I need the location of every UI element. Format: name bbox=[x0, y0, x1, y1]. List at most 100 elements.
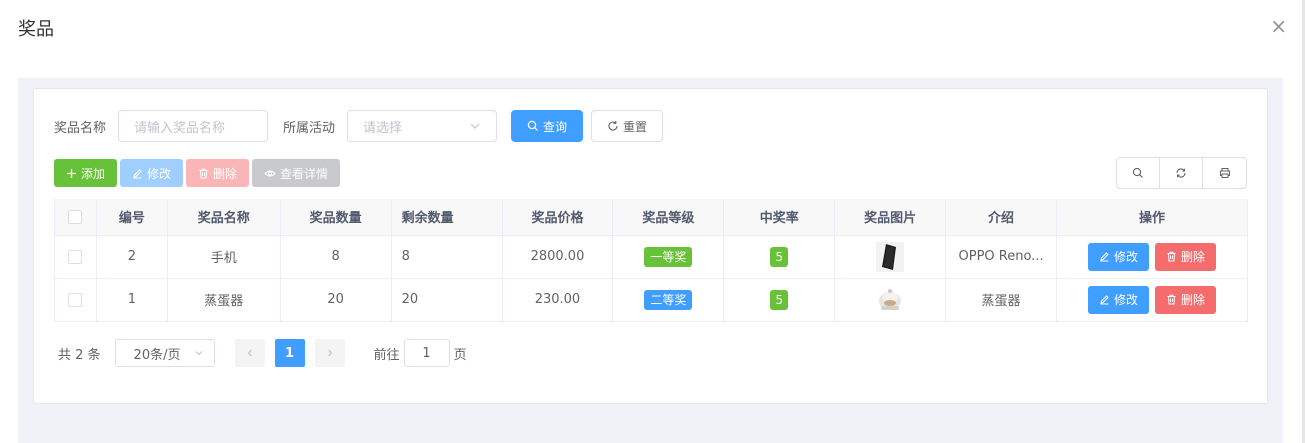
activity-select[interactable]: 请选择 bbox=[347, 110, 498, 142]
prize-table: 编号 奖品名称 奖品数量 剩余数量 奖品价格 奖品等级 中奖率 奖品图片 介绍 … bbox=[54, 199, 1248, 322]
table-tools bbox=[1116, 157, 1247, 189]
view-detail-button[interactable]: 查看详情 bbox=[252, 159, 341, 187]
select-all-checkbox[interactable] bbox=[68, 209, 83, 224]
table-row: 2 手机 8 8 2800.00 一等奖 5 OPPO Reno... 修改 删… bbox=[54, 235, 1248, 279]
header-rate: 中奖率 bbox=[723, 199, 836, 236]
reset-button[interactable]: 重置 bbox=[591, 110, 664, 142]
cell-rate: 5 bbox=[723, 235, 836, 279]
query-button[interactable]: 查询 bbox=[511, 110, 584, 142]
edit-icon bbox=[1099, 294, 1110, 305]
cell-image bbox=[834, 235, 947, 279]
add-button[interactable]: 添加 bbox=[54, 159, 118, 187]
cell-name: 手机 bbox=[167, 235, 281, 279]
edit-button[interactable]: 修改 bbox=[120, 159, 184, 187]
cell-rate: 5 bbox=[723, 278, 836, 322]
cell-level: 一等奖 bbox=[612, 235, 725, 279]
goto-page-input[interactable]: 1 bbox=[403, 339, 450, 367]
header-price: 奖品价格 bbox=[502, 199, 614, 236]
row-edit-button[interactable]: 修改 bbox=[1087, 242, 1149, 271]
header-id: 编号 bbox=[96, 199, 168, 236]
row-select-cell bbox=[54, 235, 97, 279]
page-size-select[interactable]: 20条/页 bbox=[114, 339, 215, 367]
trash-icon bbox=[1166, 251, 1177, 262]
prize-name-label: 奖品名称 bbox=[54, 120, 107, 136]
print-button[interactable] bbox=[1203, 158, 1246, 188]
refresh-icon bbox=[1175, 167, 1187, 179]
row-delete-button[interactable]: 删除 bbox=[1155, 242, 1217, 271]
header-level: 奖品等级 bbox=[612, 199, 725, 236]
cell-quantity: 8 bbox=[280, 235, 392, 279]
level-tag: 二等奖 bbox=[644, 289, 693, 310]
chevron-right-icon bbox=[325, 348, 335, 358]
cell-price: 230.00 bbox=[502, 278, 614, 322]
edit-label: 修改 bbox=[147, 166, 172, 181]
query-label: 查询 bbox=[543, 119, 568, 134]
chevron-left-icon bbox=[245, 348, 255, 358]
row-edit-button[interactable]: 修改 bbox=[1087, 285, 1149, 314]
plus-icon bbox=[66, 168, 77, 179]
rate-tag: 5 bbox=[770, 246, 789, 267]
header-quantity: 奖品数量 bbox=[280, 199, 392, 236]
goto-label: 前往 bbox=[373, 347, 400, 363]
pagination-total: 共 2 条 bbox=[58, 347, 101, 363]
row-edit-label: 修改 bbox=[1113, 250, 1138, 264]
rate-tag: 5 bbox=[770, 289, 789, 310]
row-delete-label: 删除 bbox=[1181, 293, 1206, 307]
page-suffix: 页 bbox=[453, 347, 467, 363]
prize-name-input[interactable]: 请输入奖品名称 bbox=[118, 110, 269, 142]
header-intro: 介绍 bbox=[945, 199, 1057, 236]
cell-level: 二等奖 bbox=[612, 278, 725, 322]
reset-label: 重置 bbox=[623, 119, 648, 134]
refresh-button[interactable] bbox=[1160, 158, 1203, 188]
delete-label: 删除 bbox=[213, 166, 238, 181]
detail-label: 查看详情 bbox=[280, 166, 329, 181]
printer-icon bbox=[1219, 167, 1231, 179]
delete-button[interactable]: 删除 bbox=[186, 159, 250, 187]
egg-cooker-image[interactable] bbox=[876, 285, 905, 314]
row-edit-label: 修改 bbox=[1113, 293, 1138, 307]
dialog-body: 奖品名称 请输入奖品名称 所属活动 请选择 查询 重置 添加 修改 删除 查看详… bbox=[18, 78, 1283, 443]
header-remaining: 剩余数量 bbox=[391, 199, 503, 236]
row-checkbox[interactable] bbox=[68, 292, 83, 307]
next-page-button[interactable] bbox=[314, 339, 345, 367]
pagination: 共 2 条 20条/页 1 前往 1 页 bbox=[58, 339, 467, 367]
row-checkbox[interactable] bbox=[68, 249, 83, 264]
edit-icon bbox=[1099, 251, 1110, 262]
prize-name-placeholder: 请输入奖品名称 bbox=[134, 120, 226, 136]
cell-name: 蒸蛋器 bbox=[167, 278, 281, 322]
level-tag: 一等奖 bbox=[644, 246, 693, 267]
cell-quantity: 20 bbox=[280, 278, 392, 322]
cell-image bbox=[834, 278, 947, 322]
page-size-value: 20条/页 bbox=[133, 347, 181, 363]
search-icon bbox=[1132, 167, 1144, 179]
trash-icon bbox=[198, 168, 209, 179]
activity-placeholder: 请选择 bbox=[363, 120, 403, 136]
eye-icon bbox=[264, 168, 276, 179]
row-delete-label: 删除 bbox=[1181, 250, 1206, 264]
prev-page-button[interactable] bbox=[234, 339, 265, 367]
table-header-row: 编号 奖品名称 奖品数量 剩余数量 奖品价格 奖品等级 中奖率 奖品图片 介绍 … bbox=[54, 199, 1248, 236]
toggle-search-button[interactable] bbox=[1117, 158, 1160, 188]
header-name: 奖品名称 bbox=[167, 199, 281, 236]
activity-label: 所属活动 bbox=[283, 120, 336, 136]
search-form: 奖品名称 请输入奖品名称 所属活动 请选择 查询 重置 bbox=[54, 110, 664, 142]
close-icon[interactable]: × bbox=[1270, 16, 1287, 36]
select-all-cell bbox=[54, 199, 97, 236]
row-select-cell bbox=[54, 278, 97, 322]
refresh-icon bbox=[607, 120, 619, 132]
cell-intro: 蒸蛋器 bbox=[945, 278, 1057, 322]
cell-id: 1 bbox=[96, 278, 168, 322]
header-actions: 操作 bbox=[1056, 199, 1248, 236]
row-delete-button[interactable]: 删除 bbox=[1155, 285, 1217, 314]
phone-image[interactable] bbox=[876, 241, 905, 272]
trash-icon bbox=[1166, 294, 1177, 305]
cell-actions: 修改 删除 bbox=[1056, 235, 1248, 279]
header-image: 奖品图片 bbox=[834, 199, 947, 236]
prize-dialog: 奖品 × 奖品名称 请输入奖品名称 所属活动 请选择 查询 重置 添加 修改 删… bbox=[0, 0, 1305, 443]
chevron-down-icon bbox=[469, 120, 481, 132]
cell-remaining: 20 bbox=[391, 278, 503, 322]
content-card: 奖品名称 请输入奖品名称 所属活动 请选择 查询 重置 添加 修改 删除 查看详… bbox=[33, 88, 1268, 404]
page-number-current[interactable]: 1 bbox=[274, 339, 305, 367]
table-row: 1 蒸蛋器 20 20 230.00 二等奖 5 蒸蛋器 修改 删除 bbox=[54, 278, 1248, 322]
cell-id: 2 bbox=[96, 235, 168, 279]
